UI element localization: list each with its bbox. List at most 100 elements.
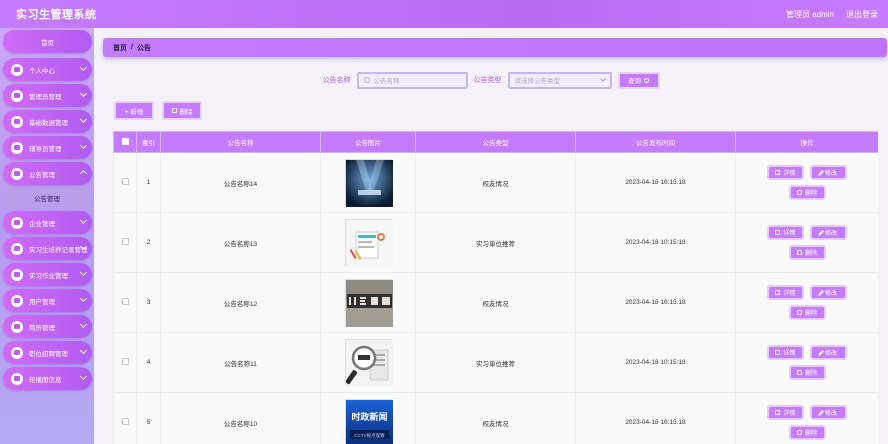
row-type: 校友情况 xyxy=(415,152,576,213)
chevron-down-icon xyxy=(79,141,88,150)
trash-icon xyxy=(796,190,802,195)
chevron-down-icon xyxy=(599,76,606,82)
announcement-thumbnail[interactable]: 时政新闻 CCTV视点观察 xyxy=(344,399,393,444)
sidebar-item-admin-management[interactable]: 管理员管理 xyxy=(3,84,92,107)
table-row: 4 公告名称11 实习单位推荐 2023-04-18 10:15:18 详情 修改 删除 xyxy=(113,332,878,393)
edit-button[interactable]: 修改 xyxy=(810,285,847,300)
table-row: 2 公告名称13 实习单位推荐 2023-04-18 10:15:18 详情 修改 删除 xyxy=(113,212,878,273)
sidebar-item-users[interactable]: 用户管理 xyxy=(3,289,92,312)
name-search-input[interactable]: 公告名称 xyxy=(356,71,468,89)
chevron-down-icon xyxy=(79,372,88,381)
user-icon xyxy=(11,63,23,76)
grid-icon xyxy=(11,268,23,281)
sidebar-item-label: 管理员管理 xyxy=(29,93,62,101)
sidebar-item-label: 公告管理 xyxy=(29,171,55,179)
row-select-cell[interactable] xyxy=(113,332,137,393)
row-index: 5 xyxy=(136,392,161,444)
row-actions: 详情 修改删除 xyxy=(736,165,878,200)
announcement-table: 索引 公告名称 公告图片 公告类型 公告发布时间 操作 1 公告名称14 校友情况 2… xyxy=(113,131,878,444)
row-delete-button[interactable]: 删除 xyxy=(788,425,826,440)
edit-button[interactable]: 修改 xyxy=(810,165,847,180)
announcement-thumbnail[interactable] xyxy=(344,219,393,267)
announcement-thumbnail[interactable] xyxy=(344,159,393,207)
sidebar-item-label: 基础数据管理 xyxy=(29,119,68,127)
row-delete-button[interactable]: 删除 xyxy=(788,245,826,260)
detail-button[interactable]: 详情 xyxy=(767,285,804,300)
select-all-checkbox[interactable] xyxy=(121,137,129,145)
detail-button[interactable]: 详情 xyxy=(767,405,804,420)
row-ops-cell: 详情 修改删除 xyxy=(735,212,878,273)
sidebar-item-resumes[interactable]: 简历管理 xyxy=(3,315,92,338)
sidebar-item-counselor[interactable]: 辅导员管理 xyxy=(3,136,92,159)
row-type: 实习单位推荐 xyxy=(415,212,576,273)
name-filter-label: 公告名称 xyxy=(322,77,351,84)
row-delete-button[interactable]: 删除 xyxy=(788,305,826,320)
announcement-thumbnail[interactable] xyxy=(344,279,393,327)
table-row: 1 公告名称14 校友情况 2023-04-18 10:15:18 详情 修改 删除 xyxy=(113,152,878,213)
row-delete-button[interactable]: 删除 xyxy=(788,185,826,200)
sidebar-item-assignments[interactable]: 实习作业管理 xyxy=(3,263,92,286)
row-image-cell xyxy=(320,212,416,273)
row-select-cell[interactable] xyxy=(113,212,137,273)
query-button[interactable]: 查询 xyxy=(617,71,660,89)
sidebar-item-training-records[interactable]: 实习生培养记录管理 xyxy=(3,237,92,260)
row-select-cell[interactable] xyxy=(113,272,137,333)
logout-link[interactable]: 退出登录 xyxy=(846,9,878,20)
grid-icon xyxy=(11,115,23,128)
sidebar-item-label: 个人中心 xyxy=(29,67,55,75)
row-checkbox[interactable] xyxy=(121,178,129,185)
header-time: 公告发布时间 xyxy=(575,131,736,153)
edit-button[interactable]: 修改 xyxy=(810,405,847,420)
detail-button[interactable]: 详情 xyxy=(767,165,804,180)
select-all-cell[interactable] xyxy=(113,131,137,153)
breadcrumb: 首页 / 公告 xyxy=(103,38,887,57)
thumb-subtitle-text: CCTV视点观察 xyxy=(354,432,385,439)
row-ops-cell: 详情 修改删除 xyxy=(735,272,878,333)
breadcrumb-home[interactable]: 首页 xyxy=(113,43,127,53)
detail-button[interactable]: 详情 xyxy=(767,345,804,360)
row-checkbox[interactable] xyxy=(121,418,129,425)
row-delete-button[interactable]: 删除 xyxy=(788,365,826,380)
grid-icon xyxy=(11,167,23,180)
sidebar-subitem-announcement-management[interactable]: 公告管理 xyxy=(4,188,90,208)
sidebar-item-home[interactable]: 首页 xyxy=(3,30,92,53)
sidebar-item-recruitment[interactable]: 职位招聘管理 xyxy=(3,341,92,364)
detail-button[interactable]: 详情 xyxy=(767,225,804,240)
trash-icon xyxy=(796,370,802,375)
chevron-down-icon xyxy=(79,115,88,124)
main-content: 首页 / 公告 公告名称 公告名称 公告类型 请选择公告类型 查询 + 新增 删… xyxy=(94,28,888,444)
row-checkbox[interactable] xyxy=(121,238,129,245)
row-select-cell[interactable] xyxy=(113,152,137,213)
admin-icon xyxy=(11,89,23,102)
detail-button-label: 详情 xyxy=(783,231,796,237)
edit-button[interactable]: 修改 xyxy=(810,225,847,240)
send-icon xyxy=(11,372,23,385)
sidebar-item-label: 实习生培养记录管理 xyxy=(29,246,88,254)
edit-button-label: 修改 xyxy=(824,291,837,297)
chevron-down-icon xyxy=(79,346,88,355)
row-actions: 详情 修改删除 xyxy=(736,285,878,320)
grid-icon xyxy=(11,320,23,333)
row-delete-button-label: 删除 xyxy=(804,191,817,197)
trash-icon xyxy=(796,430,802,435)
announcement-thumbnail[interactable] xyxy=(344,339,393,387)
add-button[interactable]: + 新增 xyxy=(114,101,154,120)
sidebar-item-enterprise[interactable]: 企业管理 xyxy=(3,211,92,234)
row-checkbox[interactable] xyxy=(121,298,129,305)
sidebar-item-carousel[interactable]: 轮播图信息 xyxy=(3,367,92,390)
chevron-down-icon xyxy=(79,216,88,225)
delete-button[interactable]: 删除 xyxy=(162,101,202,120)
type-select[interactable]: 请选择公告类型 xyxy=(507,71,612,89)
edit-button[interactable]: 修改 xyxy=(810,345,847,360)
row-image-cell xyxy=(320,332,416,393)
sidebar-item-announcements[interactable]: 公告管理 xyxy=(3,162,92,185)
sidebar-item-personal-center[interactable]: 个人中心 xyxy=(3,58,92,81)
type-filter-label: 公告类型 xyxy=(473,77,502,84)
table-header-row: 索引 公告名称 公告图片 公告类型 公告发布时间 操作 xyxy=(113,131,878,153)
search-icon xyxy=(363,77,370,83)
row-delete-button-label: 删除 xyxy=(804,431,817,437)
sidebar-item-base-data[interactable]: 基础数据管理 xyxy=(3,110,92,133)
row-checkbox[interactable] xyxy=(121,358,129,365)
current-user[interactable]: 管理员 admin xyxy=(786,9,834,20)
row-select-cell[interactable] xyxy=(113,392,137,444)
